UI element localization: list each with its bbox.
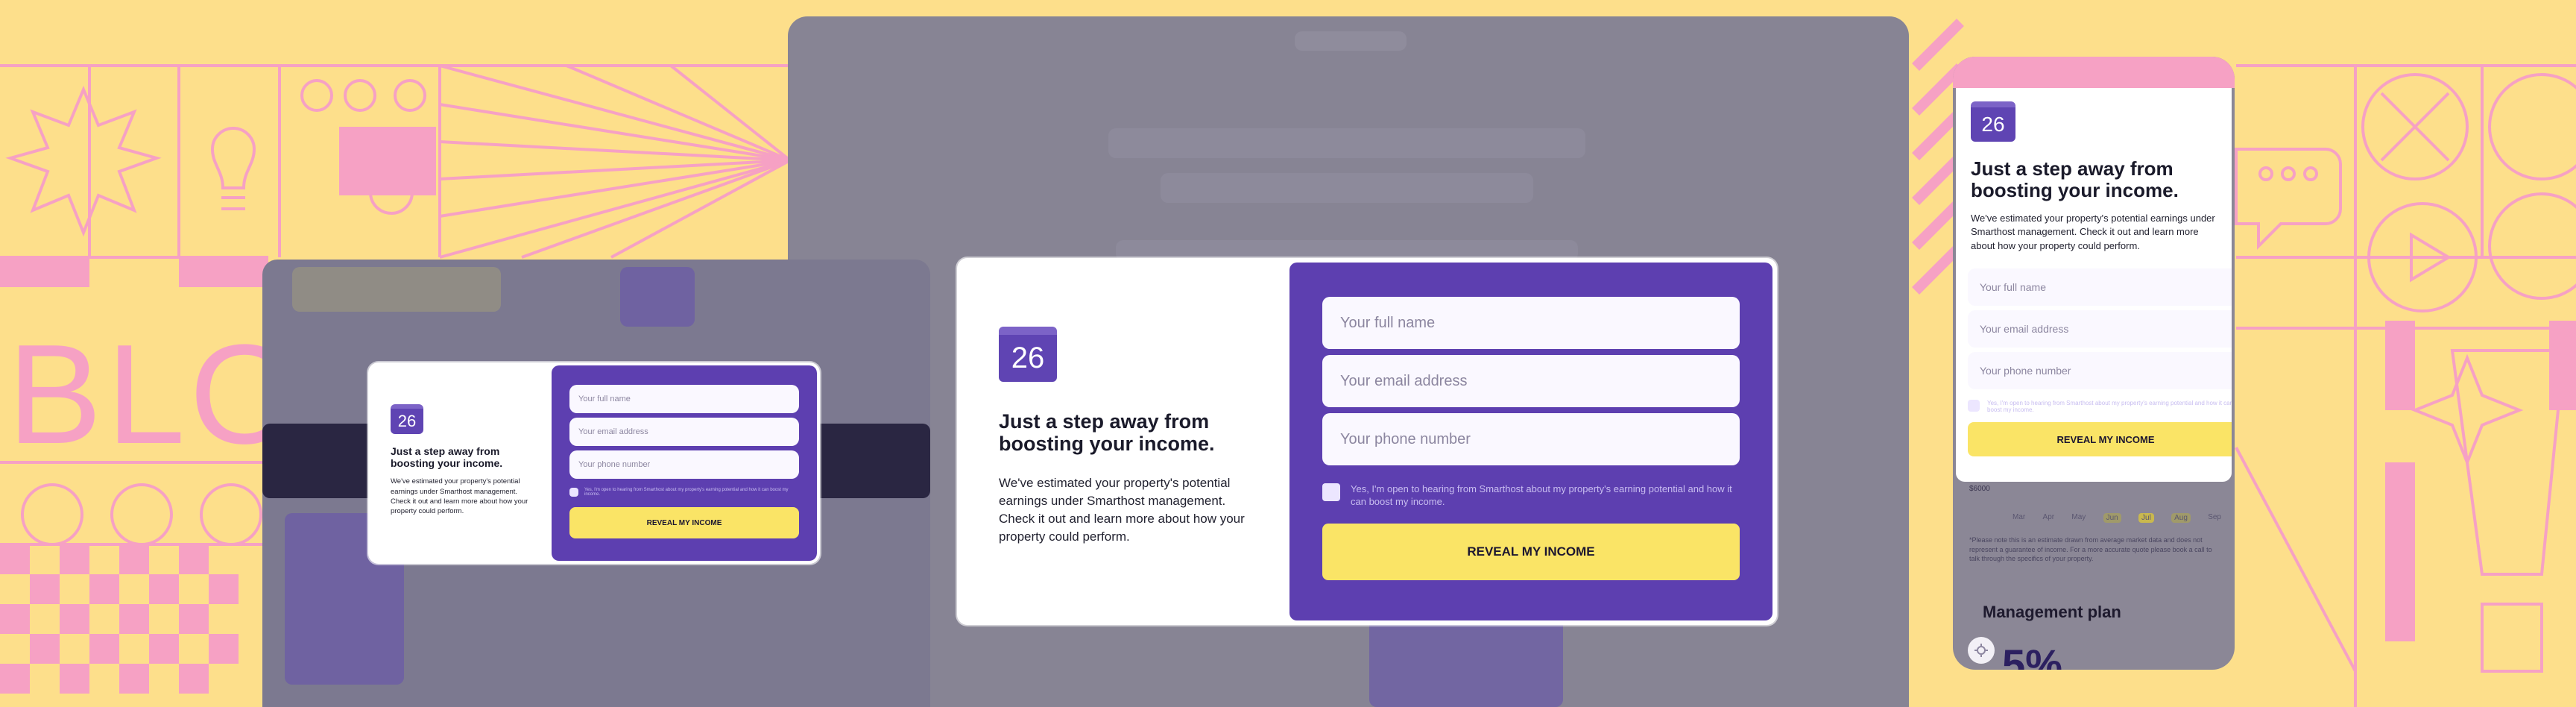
calendar-icon: 26: [391, 404, 423, 434]
form-description-mobile: We've estimated your property's potentia…: [1971, 213, 2215, 251]
phone-field[interactable]: Your phone number: [569, 450, 799, 479]
form-panel: Your full name Your email address Your p…: [552, 365, 817, 561]
email-field-large[interactable]: Your email address: [1322, 355, 1740, 407]
email-field-mobile[interactable]: Your email address: [1968, 310, 2232, 348]
consent-checkbox-large[interactable]: [1322, 483, 1340, 501]
reveal-income-button-large[interactable]: REVEAL MY INCOME: [1322, 523, 1740, 580]
mobile-section-title: Management plan: [1983, 603, 2121, 621]
form-description-large: We've estimated your property's potentia…: [999, 476, 1245, 544]
name-field-large[interactable]: Your full name: [1322, 297, 1740, 349]
mobile-estimate-note: *Please note this is an estimate drawn f…: [1969, 536, 2212, 563]
mobile-month-row: Mar Apr May Jun Jul Aug Sep: [2012, 513, 2221, 523]
consent-row-mobile: Yes, I'm open to hearing from Smarthost …: [1968, 400, 2232, 413]
consent-label-mobile: Yes, I'm open to hearing from Smarthost …: [1987, 400, 2232, 413]
form-panel-large: Your full name Your email address Your p…: [1289, 263, 1772, 620]
form-headline: Just a step away from boosting your inco…: [391, 445, 503, 469]
form-card-large: 26 Just a step away from boosting your i…: [957, 258, 1777, 625]
calendar-icon-mobile: 26: [1971, 101, 2015, 142]
consent-checkbox[interactable]: [569, 488, 578, 497]
form-headline-large: Just a step away from boosting your inco…: [999, 410, 1215, 456]
phone-field-large[interactable]: Your phone number: [1322, 413, 1740, 465]
mobile-notch: [1953, 57, 2235, 88]
calendar-icon-large: 26: [999, 327, 1057, 382]
mobile-partial-percent: 5%: [2002, 641, 2062, 670]
reveal-income-button-mobile[interactable]: REVEAL MY INCOME: [1968, 422, 2232, 456]
consent-label: Yes, I'm open to hearing from Smarthost …: [584, 488, 789, 497]
reveal-income-button[interactable]: REVEAL MY INCOME: [569, 507, 799, 538]
mobile-device: 26 Just a step away from boosting your i…: [1953, 57, 2235, 670]
name-field-mobile[interactable]: Your full name: [1968, 268, 2232, 306]
mobile-chart-label: $6000: [1969, 485, 1990, 493]
form-description: We've estimated your property's potentia…: [391, 477, 528, 516]
form-headline-mobile: Just a step away from boosting your inco…: [1971, 157, 2179, 202]
consent-label-large: Yes, I'm open to hearing from Smarthost …: [1351, 483, 1732, 507]
form-card-small: 26 Just a step away from boosting your i…: [368, 362, 820, 564]
phone-field-mobile[interactable]: Your phone number: [1968, 352, 2232, 389]
gear-icon[interactable]: [1968, 637, 1995, 664]
form-intro-panel: 26 Just a step away from boosting your i…: [371, 365, 552, 561]
consent-row-large: Yes, I'm open to hearing from Smarthost …: [1322, 483, 1740, 509]
consent-row: Yes, I'm open to hearing from Smarthost …: [569, 488, 799, 497]
form-intro-panel-large: 26 Just a step away from boosting your i…: [962, 263, 1289, 620]
form-panel-mobile: Your full name Your email address Your p…: [1956, 255, 2232, 482]
name-field[interactable]: Your full name: [569, 385, 799, 413]
background-blog-text: BLO: [7, 315, 305, 474]
email-field[interactable]: Your email address: [569, 418, 799, 446]
consent-checkbox-mobile[interactable]: [1968, 400, 1980, 412]
mobile-form-card: 26 Just a step away from boosting your i…: [1956, 88, 2232, 482]
